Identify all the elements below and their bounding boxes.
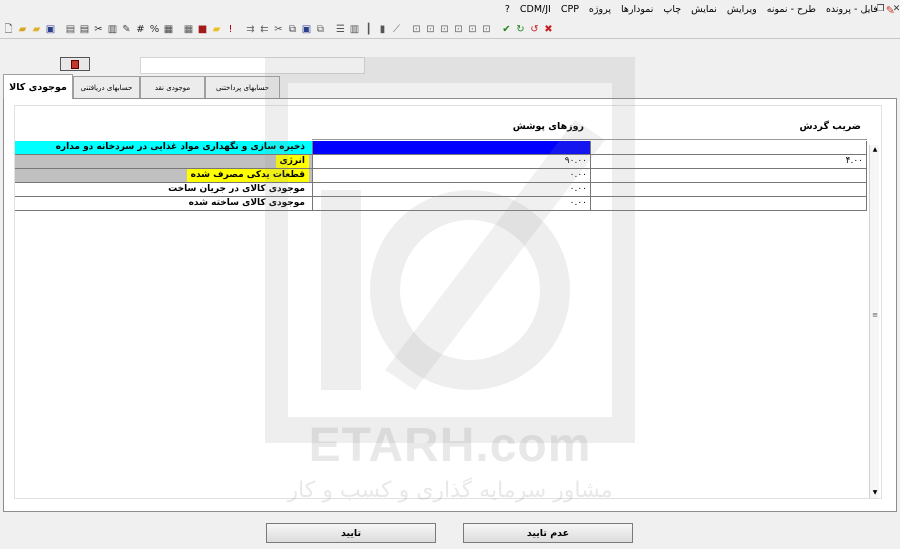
turnover-cell[interactable]: [590, 141, 867, 155]
turnover-cell[interactable]: [590, 183, 867, 197]
refresh-icon[interactable]: ↻: [514, 23, 527, 36]
menu-item-2[interactable]: ویرایش: [722, 0, 762, 20]
bars-icon[interactable]: ▦: [162, 23, 175, 36]
save-icon[interactable]: ▣: [44, 23, 57, 36]
main-panel: روزهای پوشش ضریب گردش ذخیره سازی و نگهدا…: [3, 98, 897, 512]
turnover-cell[interactable]: [590, 197, 867, 211]
alert-icon[interactable]: !: [224, 23, 237, 36]
menu-item-5[interactable]: نمودارها: [616, 0, 658, 20]
table-icon[interactable]: ▦: [182, 23, 195, 36]
percent-icon[interactable]: %: [148, 23, 161, 36]
menu-item-3[interactable]: نمایش: [686, 0, 722, 20]
column-header-turnover: ضریب گردش: [590, 114, 867, 140]
table-row[interactable]: موجودی کالای ساخته شده ۰.۰۰: [15, 197, 867, 211]
reject-button[interactable]: عدم تایید: [463, 523, 633, 543]
paste-icon[interactable]: ▣: [300, 23, 313, 36]
note-icon[interactable]: ▰: [210, 23, 223, 36]
new-file-icon[interactable]: 🗋: [2, 23, 15, 36]
turnover-cell[interactable]: ۴.۰۰: [590, 155, 867, 169]
tab-cash[interactable]: موجودی نقد: [140, 76, 205, 98]
reject-icon[interactable]: ✖: [542, 23, 555, 36]
menu-item-7[interactable]: CPP: [556, 0, 584, 20]
open-alt-icon[interactable]: ▰: [30, 23, 43, 36]
tab-payables[interactable]: حسابهای پرداختنی: [205, 76, 280, 98]
undo-icon[interactable]: ↺: [528, 23, 541, 36]
scroll-thumb[interactable]: ≡: [871, 310, 879, 320]
tools-icon[interactable]: ✎: [120, 23, 133, 36]
menu-bar: ✎ فایل - پرونده طرح - نمونه ویرایش نمایش چاپ…: [0, 0, 900, 20]
stop-button[interactable]: [60, 57, 90, 71]
menu-item-6[interactable]: پروژه: [584, 0, 616, 20]
menu-item-8[interactable]: CDM/JI: [515, 0, 556, 20]
copy-icon[interactable]: ⧉: [286, 23, 299, 36]
histogram-icon[interactable]: ▮: [376, 23, 389, 36]
tab-receivables[interactable]: حسابهای دریافتنی: [73, 76, 140, 98]
row-label[interactable]: موجودی کالای ساخته شده: [15, 197, 312, 211]
print-preview-icon[interactable]: ▤: [78, 23, 91, 36]
row-label-text: قطعات یدکی مصرف شده: [186, 169, 309, 182]
menu-item-1[interactable]: طرح - نمونه: [762, 0, 821, 20]
coverage-days-cell[interactable]: [312, 141, 590, 155]
node-e-icon[interactable]: ⊡: [466, 23, 479, 36]
close-button[interactable]: ✕: [890, 3, 900, 16]
toolbar: 🗋 ▰ ▰ ▣ ▤ ▤ ✂ ▥ ✎ #% ▦ ▦ ■ ▰! ⇉ ⇇ ✂ ⧉ ▣ ⧉ ☰ ▥ ┃ ▮ ⟋ ⊡ ⊡ ⊡ ⊡ ⊡ ⊡ ✔ ↻ ↺ ✖: [0, 20, 900, 38]
menu-items: ✎ فایل - پرونده طرح - نمونه ویرایش نمایش چاپ…: [500, 0, 898, 20]
vertical-scrollbar[interactable]: ▲ ≡ ▼: [869, 145, 879, 498]
window-controls: _ ❐ ✕: [858, 3, 900, 16]
check-icon[interactable]: ✔: [500, 23, 513, 36]
table-row[interactable]: انرژی ۹۰.۰۰ ۴.۰۰: [15, 155, 867, 169]
coverage-days-cell[interactable]: ۰.۰۰: [312, 197, 590, 211]
menu-item-4[interactable]: چاپ: [658, 0, 686, 20]
coverage-days-cell[interactable]: ۰.۰۰: [312, 183, 590, 197]
caption-field[interactable]: [140, 57, 365, 74]
restore-button[interactable]: ❐: [874, 3, 887, 16]
row-label-text: ذخیره سازی و نگهداری مواد غذایی در سردخا…: [51, 141, 309, 154]
column-header-coverage-days: روزهای پوشش: [312, 114, 590, 140]
flow-out-icon[interactable]: ⇇: [258, 23, 271, 36]
coverage-days-cell[interactable]: ۹۰.۰۰: [312, 155, 590, 169]
table-row[interactable]: ذخیره سازی و نگهداری مواد غذایی در سردخا…: [15, 141, 867, 155]
node-b-icon[interactable]: ⊡: [424, 23, 437, 36]
stop-icon: [71, 59, 79, 69]
row-label[interactable]: ذخیره سازی و نگهداری مواد غذایی در سردخا…: [15, 141, 312, 155]
chart-icon[interactable]: ▥: [106, 23, 119, 36]
node-c-icon[interactable]: ⊡: [438, 23, 451, 36]
table-row[interactable]: موجودی کالای در جریان ساخت ۰.۰۰: [15, 183, 867, 197]
flow-in-icon[interactable]: ⇉: [244, 23, 257, 36]
row-label-text: انرژی: [275, 155, 309, 168]
node-d-icon[interactable]: ⊡: [452, 23, 465, 36]
row-label-text: موجودی کالای ساخته شده: [188, 198, 305, 208]
menu-item-9[interactable]: ?: [500, 0, 515, 20]
bar-chart-icon[interactable]: ┃: [362, 23, 375, 36]
table-row[interactable]: قطعات یدکی مصرف شده ۰.۰۰: [15, 169, 867, 183]
row-label-text: موجودی کالای در جریان ساخت: [168, 184, 305, 194]
row-label[interactable]: موجودی کالای در جریان ساخت: [15, 183, 312, 197]
turnover-cell[interactable]: [590, 169, 867, 183]
tab-inventory[interactable]: موجودی کالا: [3, 74, 73, 99]
scissors-icon[interactable]: ✂: [92, 23, 105, 36]
book-icon[interactable]: ■: [196, 23, 209, 36]
minimize-button[interactable]: _: [858, 3, 871, 16]
scroll-down-arrow-icon[interactable]: ▼: [870, 488, 880, 498]
rows-icon[interactable]: ▥: [348, 23, 361, 36]
row-label[interactable]: قطعات یدکی مصرف شده: [15, 169, 312, 183]
confirm-button[interactable]: تایید: [266, 523, 436, 543]
node-a-icon[interactable]: ⊡: [410, 23, 423, 36]
open-folder-icon[interactable]: ▰: [16, 23, 29, 36]
coverage-days-cell[interactable]: ۰.۰۰: [312, 169, 590, 183]
columns-icon[interactable]: ☰: [334, 23, 347, 36]
tab-strip: موجودی کالا حسابهای دریافتنی موجودی نقد …: [0, 74, 900, 99]
scroll-up-arrow-icon[interactable]: ▲: [870, 145, 880, 155]
row-label[interactable]: انرژی: [15, 155, 312, 169]
line-chart-icon[interactable]: ⟋: [390, 23, 403, 36]
cut-icon[interactable]: ✂: [272, 23, 285, 36]
duplicate-icon[interactable]: ⧉: [314, 23, 327, 36]
print-icon[interactable]: ▤: [64, 23, 77, 36]
grid-hash-icon[interactable]: #: [134, 23, 147, 36]
toolbar-divider: [0, 38, 900, 39]
inventory-grid: روزهای پوشش ضریب گردش ذخیره سازی و نگهدا…: [14, 105, 882, 499]
node-f-icon[interactable]: ⊡: [480, 23, 493, 36]
